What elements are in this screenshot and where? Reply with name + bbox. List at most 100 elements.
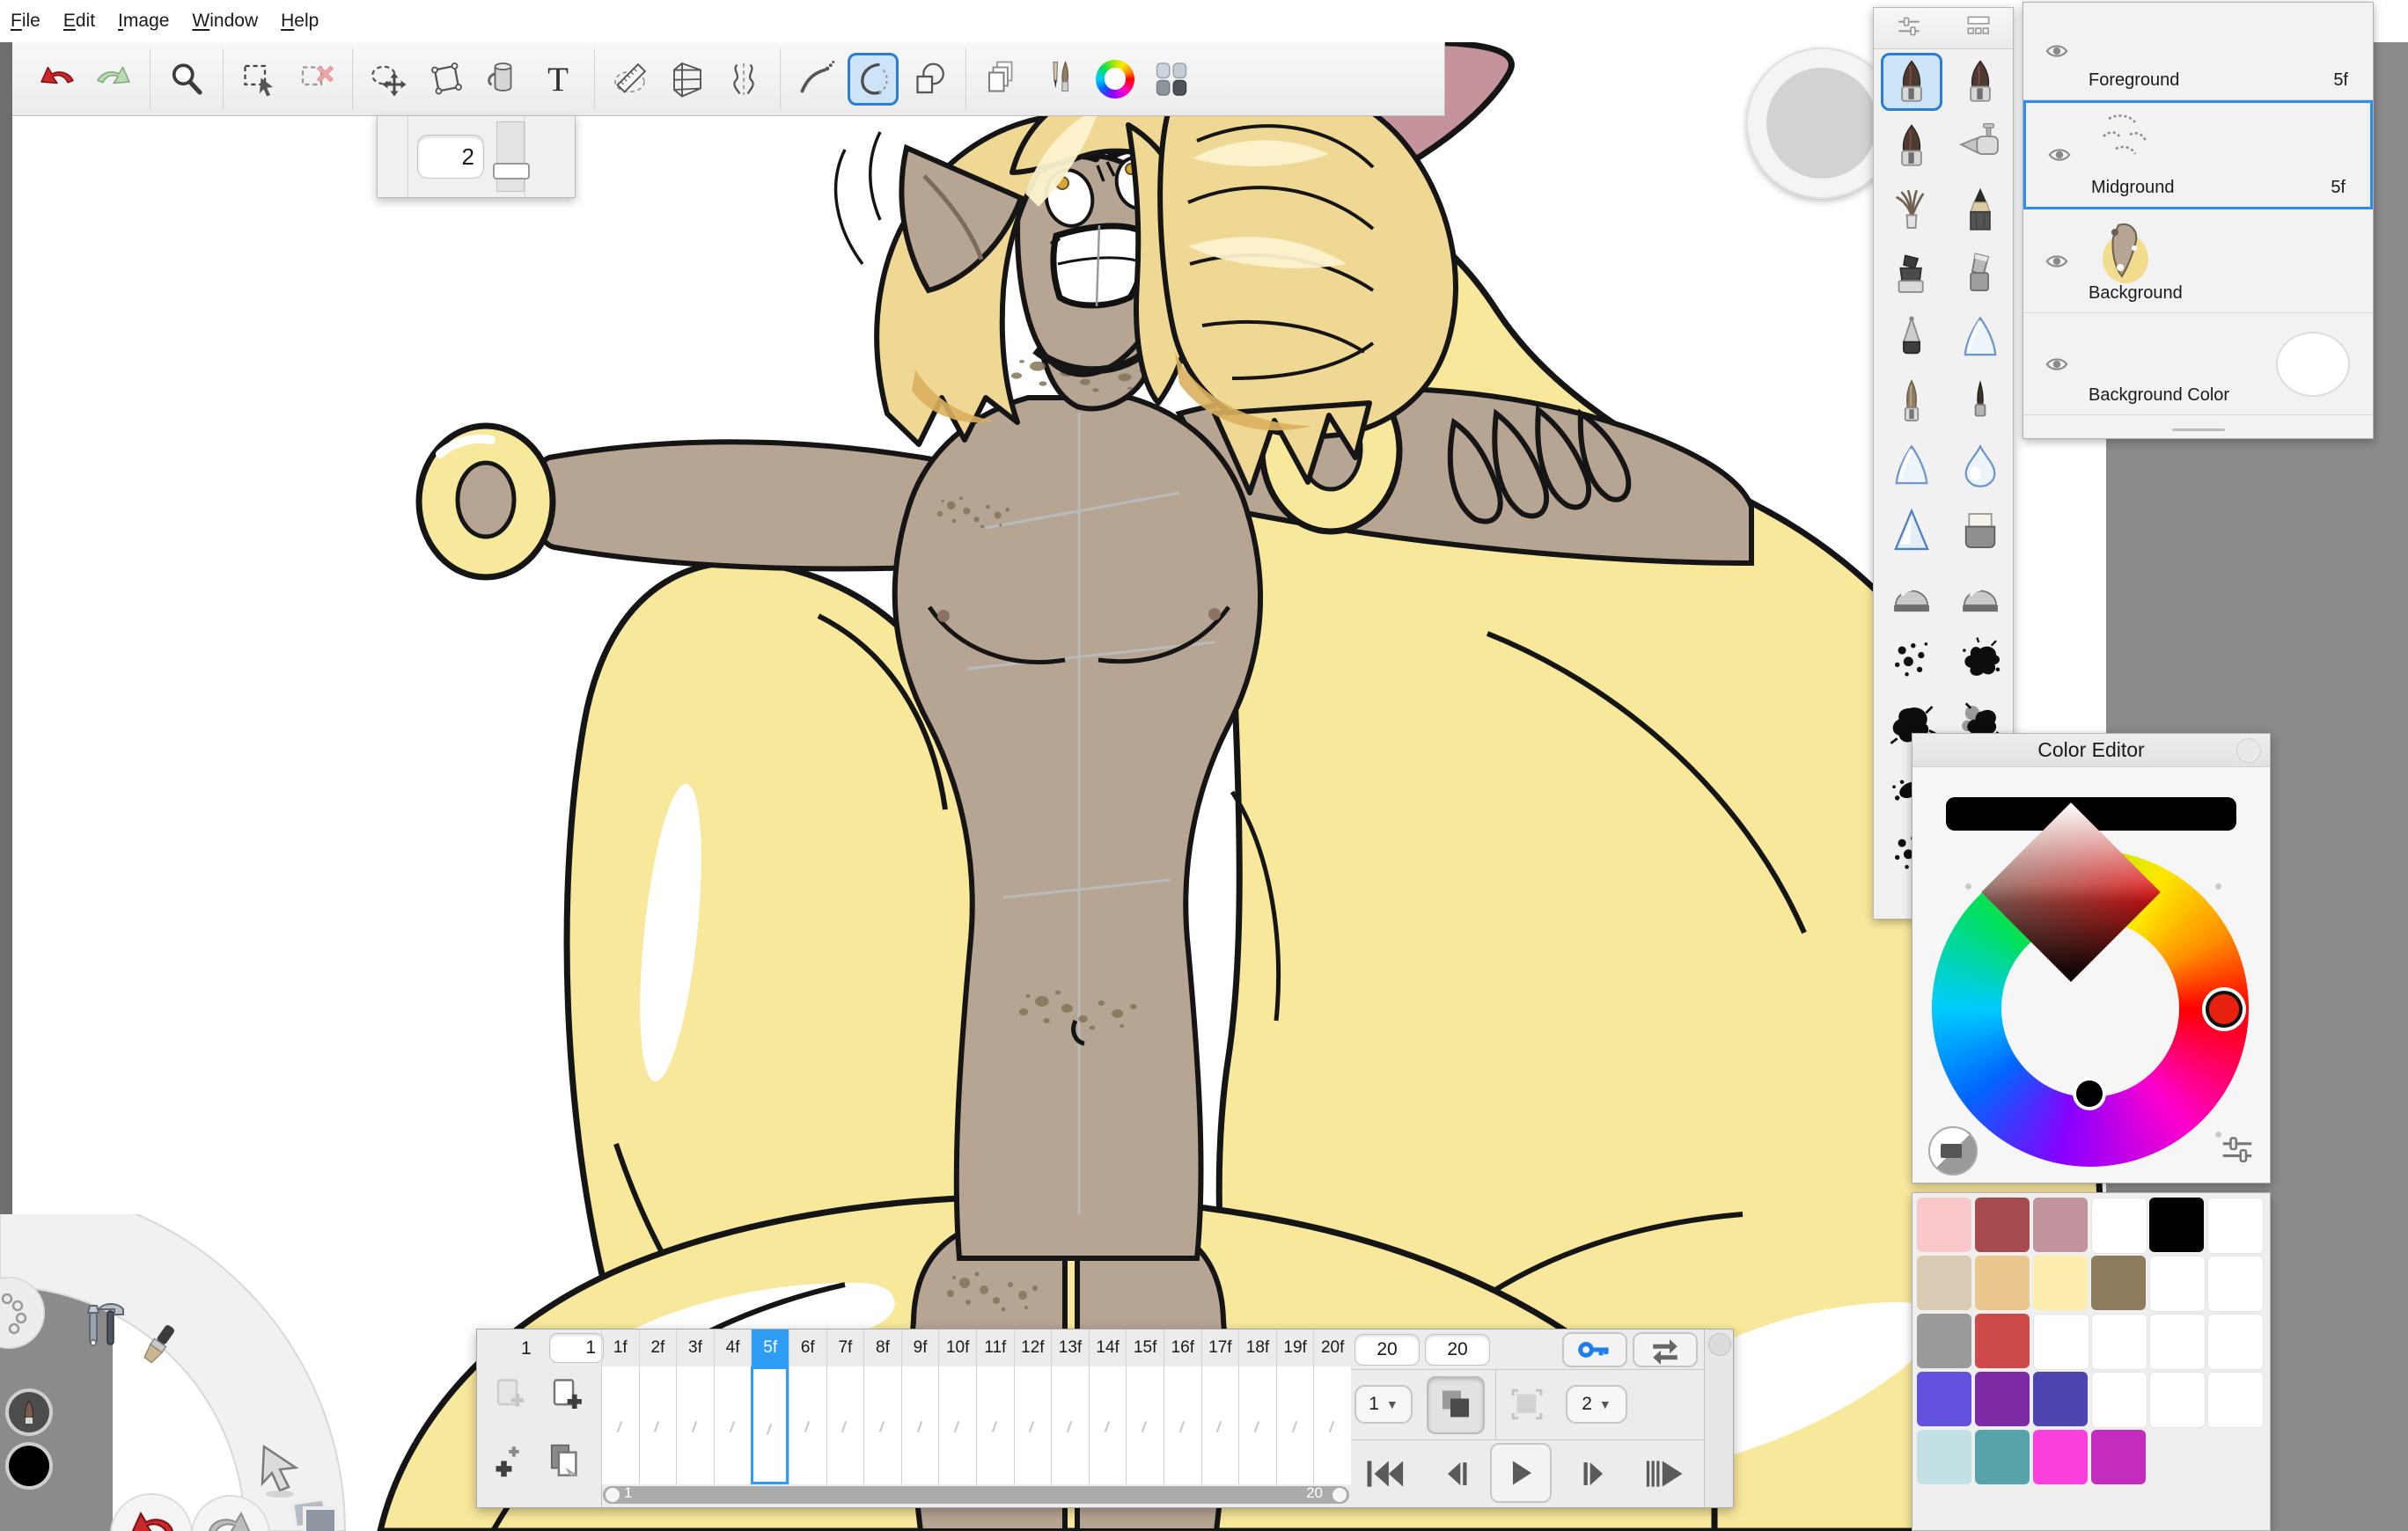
menu-window[interactable]: Window — [192, 11, 258, 32]
brush-eraser-dome-2[interactable] — [1949, 567, 2011, 625]
menu-file[interactable]: File — [11, 11, 40, 32]
frame-header-5f[interactable]: 5f — [751, 1330, 789, 1366]
swatch-1-3[interactable] — [2091, 1256, 2146, 1310]
frame-header-11f[interactable]: 11f — [976, 1330, 1014, 1366]
onion-skin-button[interactable] — [1427, 1376, 1485, 1434]
swatch-4-3[interactable] — [2091, 1430, 2146, 1484]
go-to-start-button[interactable] — [1358, 1450, 1411, 1498]
ruler-tool[interactable] — [606, 53, 657, 106]
frame-header-7f[interactable]: 7f — [826, 1330, 864, 1366]
brush-splatter-mop[interactable] — [1881, 181, 1942, 239]
play-button[interactable] — [1490, 1443, 1552, 1503]
panel-resize-handle[interactable] — [2172, 429, 2225, 431]
frame-header-2f[interactable]: 2f — [639, 1330, 677, 1366]
layers-tool[interactable] — [977, 53, 1028, 106]
swatch-0-0[interactable] — [1917, 1198, 1971, 1252]
add-multiple-frames-button[interactable] — [484, 1437, 535, 1488]
shapes-tool[interactable] — [904, 53, 955, 106]
frame-header-19f[interactable]: 19f — [1276, 1330, 1314, 1366]
lagoon-undo-button[interactable] — [111, 1494, 192, 1531]
brush-ink-pen[interactable] — [1949, 374, 2011, 432]
frame-cell-6f[interactable] — [789, 1366, 826, 1484]
frame-header-8f[interactable]: 8f — [863, 1330, 901, 1366]
timeline-scrubber[interactable]: 1 20 — [603, 1486, 1349, 1504]
frame-cell-16f[interactable] — [1164, 1366, 1201, 1484]
ghost-frame-button[interactable] — [1502, 1380, 1552, 1429]
swatch-1-5[interactable] — [2207, 1256, 2264, 1312]
keyframe-button[interactable] — [1562, 1332, 1627, 1367]
swatch-0-3[interactable] — [2091, 1198, 2147, 1254]
swatch-2-4[interactable] — [2149, 1314, 2206, 1370]
swatch-1-2[interactable] — [2033, 1256, 2088, 1310]
brush-soft-airbrush[interactable] — [1949, 310, 2011, 368]
interface-tool[interactable] — [1146, 53, 1197, 106]
symmetry-tool[interactable] — [718, 53, 769, 106]
loop-button[interactable] — [1633, 1332, 1698, 1367]
swatch-0-4[interactable] — [2149, 1198, 2204, 1252]
hue-marker[interactable] — [2206, 991, 2243, 1028]
collapse-button[interactable] — [2236, 738, 2261, 763]
layer-visibility-toggle[interactable] — [2039, 248, 2074, 275]
swatch-3-0[interactable] — [1917, 1372, 1971, 1426]
deselect-tool[interactable] — [290, 53, 341, 106]
swatch-4-1[interactable] — [1975, 1430, 2030, 1484]
duplicate-frame-button[interactable] — [540, 1437, 591, 1488]
scrub-end-knob[interactable] — [1332, 1488, 1347, 1502]
swatch-2-0[interactable] — [1917, 1314, 1971, 1368]
color-editor-titlebar[interactable]: Color Editor — [1912, 734, 2270, 767]
brush-water-drop[interactable] — [1949, 438, 2011, 496]
brush-hard-airbrush[interactable] — [1881, 502, 1942, 560]
frame-cell-15f[interactable] — [1126, 1366, 1164, 1484]
brush-splatter-1[interactable] — [1949, 631, 2011, 689]
brush-spray-dots[interactable] — [1881, 631, 1942, 689]
add-keyframe-before-button[interactable] — [484, 1372, 535, 1423]
frame-cell-13f[interactable] — [1051, 1366, 1089, 1484]
frame-header-9f[interactable]: 9f — [901, 1330, 939, 1366]
frame-header-17f[interactable]: 17f — [1201, 1330, 1239, 1366]
distort-tool[interactable] — [420, 53, 471, 106]
timeline-options-button[interactable] — [1708, 1333, 1731, 1356]
playback-range-value[interactable]: 20 — [1354, 1334, 1420, 1366]
redo-tool[interactable] — [88, 53, 139, 106]
layer-row-foreground[interactable]: Foreground5f — [2023, 3, 2373, 100]
frame-cell-10f[interactable] — [938, 1366, 976, 1484]
palette-brush-settings-button[interactable] — [1891, 11, 1927, 46]
frame-cell-12f[interactable] — [1014, 1366, 1052, 1484]
frame-header-18f[interactable]: 18f — [1238, 1330, 1276, 1366]
transparency-button[interactable] — [1928, 1126, 1978, 1176]
swatch-3-2[interactable] — [2033, 1372, 2088, 1426]
swatch-2-1[interactable] — [1975, 1314, 2030, 1368]
onion-before-dropdown[interactable]: 1▼ — [1354, 1385, 1413, 1424]
brushes-tool[interactable] — [1033, 53, 1084, 106]
sv-marker[interactable] — [2076, 1080, 2103, 1107]
color-puck[interactable] — [9, 1446, 49, 1486]
swatch-1-1[interactable] — [1975, 1256, 2030, 1310]
brush-paintbrush-1[interactable] — [1881, 53, 1942, 111]
move-tool[interactable] — [363, 53, 415, 106]
onion-after-dropdown[interactable]: 2▼ — [1566, 1385, 1627, 1424]
add-keyframe-after-button[interactable] — [540, 1372, 591, 1423]
swatch-2-3[interactable] — [2091, 1314, 2147, 1370]
swatch-3-5[interactable] — [2207, 1372, 2264, 1428]
swatch-3-3[interactable] — [2091, 1372, 2147, 1428]
current-frame-input[interactable]: 1 — [549, 1333, 604, 1363]
frame-cell-3f[interactable] — [676, 1366, 714, 1484]
layer-row-midground[interactable]: Midground5f — [2023, 100, 2373, 209]
menu-help[interactable]: Help — [281, 11, 319, 32]
brush-paintbrush-3[interactable] — [1881, 117, 1942, 175]
steady-stroke-tool[interactable] — [791, 53, 842, 106]
brush-eraser-hard[interactable] — [1949, 502, 2011, 560]
text-tool[interactable]: T — [532, 53, 584, 106]
ellipse-tool[interactable] — [848, 53, 899, 106]
layer-visibility-toggle[interactable] — [2042, 142, 2077, 168]
total-frames-value[interactable]: 20 — [1425, 1334, 1490, 1366]
palette-brush-library-button[interactable] — [1961, 11, 1996, 46]
swatch-4-0[interactable] — [1917, 1430, 1971, 1484]
perspective-tool[interactable] — [662, 53, 713, 106]
brush-paintbrush-2[interactable] — [1949, 53, 2011, 111]
brush-size-slider-knob[interactable] — [493, 163, 530, 179]
undo-tool[interactable] — [32, 53, 83, 106]
colors-tool[interactable] — [1090, 53, 1141, 106]
fill-tool[interactable] — [476, 53, 527, 106]
frame-cell-2f[interactable] — [639, 1366, 677, 1484]
